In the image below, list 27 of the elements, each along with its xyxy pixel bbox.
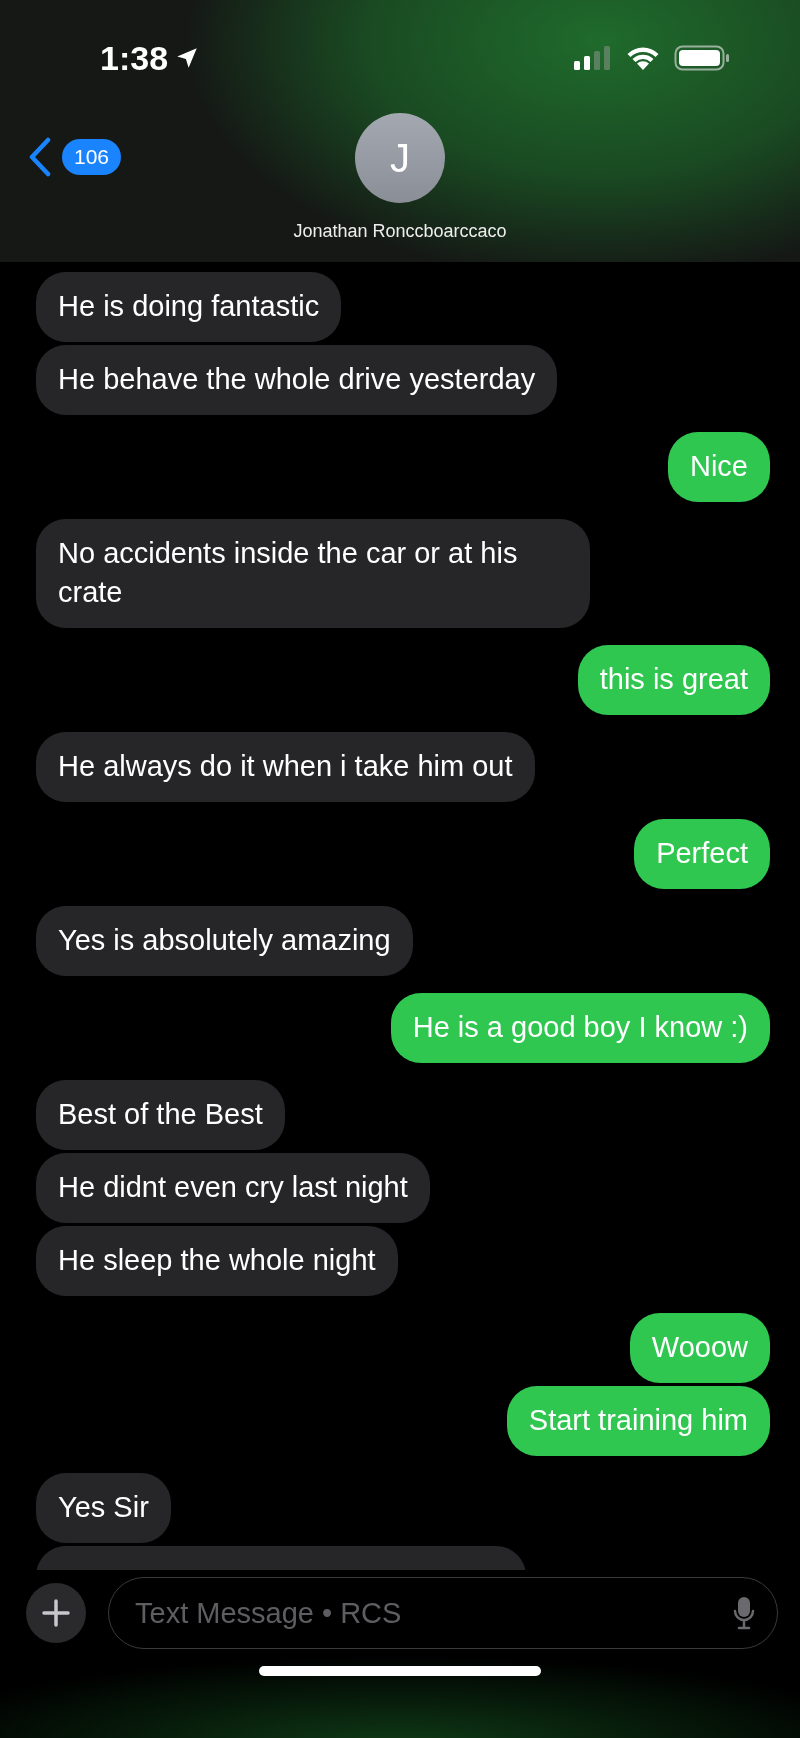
received-message: Yes Sir bbox=[36, 1473, 171, 1543]
contact-avatar[interactable]: J bbox=[355, 113, 445, 203]
signal-icon bbox=[574, 46, 612, 70]
unread-count-badge[interactable]: 106 bbox=[62, 139, 122, 175]
add-button[interactable] bbox=[26, 1583, 86, 1643]
received-message: He always do it when i take him out bbox=[36, 732, 535, 802]
received-message: He is doing fantastic bbox=[36, 272, 342, 342]
message-input-field[interactable]: Text Message • RCS bbox=[133, 1595, 733, 1631]
wifi-icon bbox=[626, 46, 660, 70]
status-time: 1:38 bbox=[100, 38, 169, 78]
sent-message: Perfect bbox=[634, 819, 770, 889]
received-message: Best of the Best bbox=[36, 1080, 285, 1150]
plus-icon[interactable] bbox=[41, 1598, 71, 1628]
microphone-icon[interactable] bbox=[733, 1596, 755, 1630]
received-message: He behave the whole drive yesterday bbox=[36, 345, 558, 415]
received-message: He didnt even cry last night bbox=[36, 1153, 430, 1223]
sent-message: Nice bbox=[668, 432, 770, 502]
sent-message: Wooow bbox=[629, 1313, 770, 1383]
sent-message: He is a good boy I know :) bbox=[390, 993, 770, 1063]
sent-message: Start training him bbox=[506, 1386, 770, 1456]
received-message: He sleep the whole night bbox=[36, 1226, 398, 1296]
received-message: No accidents inside the car or at his crate bbox=[36, 519, 590, 628]
back-chevron-icon[interactable] bbox=[28, 137, 52, 177]
contact-name[interactable]: Jonathan Ronccboarccaco bbox=[293, 221, 507, 242]
received-message: Yes is absolutely amazing bbox=[36, 906, 413, 976]
sent-message: this is great bbox=[577, 645, 770, 715]
battery-icon bbox=[674, 45, 730, 71]
